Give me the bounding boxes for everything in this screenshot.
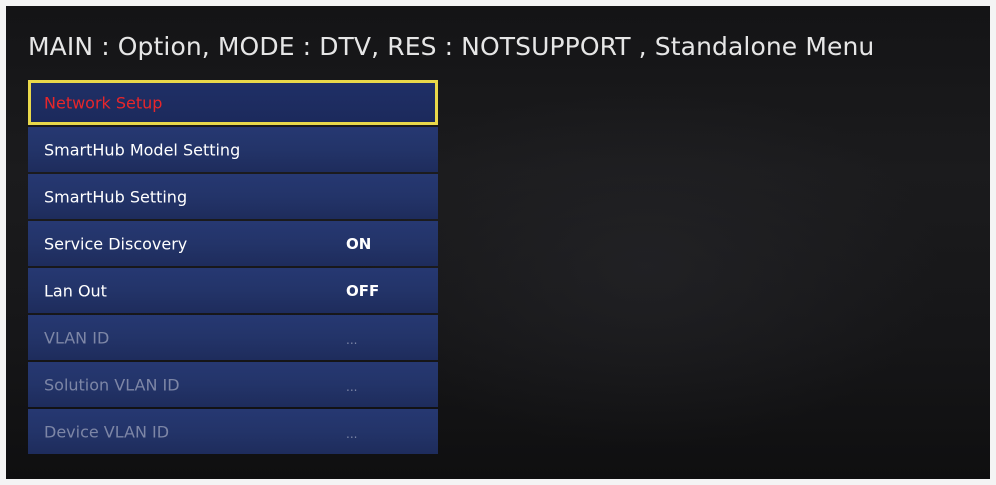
menu-item-value: OFF <box>346 281 380 300</box>
menu-item-device-vlan-id: Device VLAN ID ... <box>28 409 438 454</box>
menu-item-label: Lan Out <box>44 281 107 300</box>
menu-item-label: Network Setup <box>44 93 163 112</box>
menu-item-smarthub-model-setting[interactable]: SmartHub Model Setting <box>28 127 438 172</box>
menu-item-value: ON <box>346 234 372 253</box>
menu-item-lan-out[interactable]: Lan Out OFF <box>28 268 438 313</box>
menu-item-label: SmartHub Model Setting <box>44 140 241 159</box>
menu-item-solution-vlan-id: Solution VLAN ID ... <box>28 362 438 407</box>
menu-item-label: SmartHub Setting <box>44 187 188 206</box>
menu-item-value: ... <box>346 427 358 442</box>
menu-item-value: ... <box>346 380 358 395</box>
menu-item-label: VLAN ID <box>44 328 110 347</box>
menu-item-label: Service Discovery <box>44 234 188 253</box>
menu-item-label: Device VLAN ID <box>44 422 170 441</box>
menu-item-service-discovery[interactable]: Service Discovery ON <box>28 221 438 266</box>
menu-item-label: Solution VLAN ID <box>44 375 180 394</box>
menu-item-vlan-id: VLAN ID ... <box>28 315 438 360</box>
service-menu: Network Setup SmartHub Model Setting Sma… <box>28 80 438 454</box>
menu-item-value: ... <box>346 333 358 348</box>
service-menu-title: MAIN : Option, MODE : DTV, RES : NOTSUPP… <box>28 32 875 61</box>
menu-item-network-setup[interactable]: Network Setup <box>28 80 438 125</box>
menu-item-smarthub-setting[interactable]: SmartHub Setting <box>28 174 438 219</box>
tv-screen: MAIN : Option, MODE : DTV, RES : NOTSUPP… <box>6 6 990 479</box>
